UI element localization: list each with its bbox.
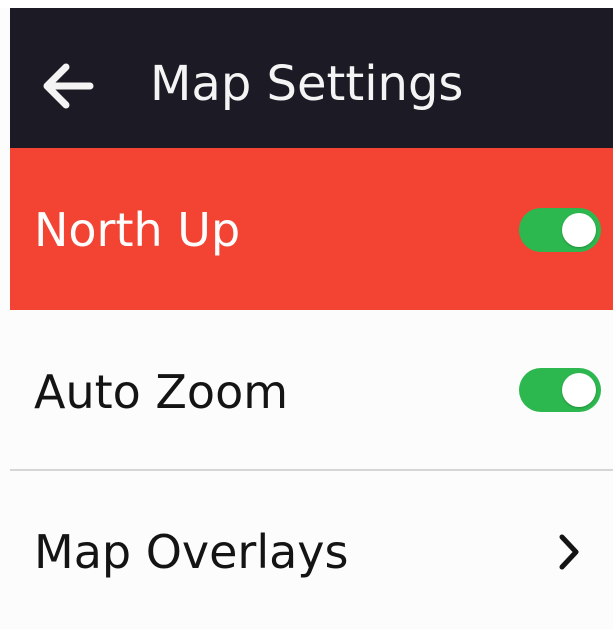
setting-row-auto-zoom[interactable]: Auto Zoom — [10, 310, 613, 470]
toggle-knob — [562, 213, 596, 247]
app-header: Map Settings — [10, 8, 613, 148]
page-title: Map Settings — [150, 56, 464, 112]
setting-row-map-overlays[interactable]: Map Overlays — [10, 472, 613, 629]
auto-zoom-label: Auto Zoom — [34, 365, 289, 419]
north-up-toggle[interactable] — [519, 208, 601, 252]
screen-frame — [0, 0, 613, 8]
row-divider — [10, 469, 613, 471]
setting-row-north-up[interactable]: North Up — [10, 148, 613, 310]
auto-zoom-toggle[interactable] — [519, 368, 601, 412]
chevron-right-icon — [557, 532, 581, 572]
map-overlays-label: Map Overlays — [34, 525, 349, 579]
north-up-label: North Up — [34, 203, 241, 257]
toggle-knob — [562, 373, 596, 407]
arrow-left-icon — [43, 63, 94, 109]
map-settings-screen: Map Settings North Up Auto Zoom Map Over… — [0, 0, 613, 629]
back-button[interactable] — [36, 54, 100, 118]
